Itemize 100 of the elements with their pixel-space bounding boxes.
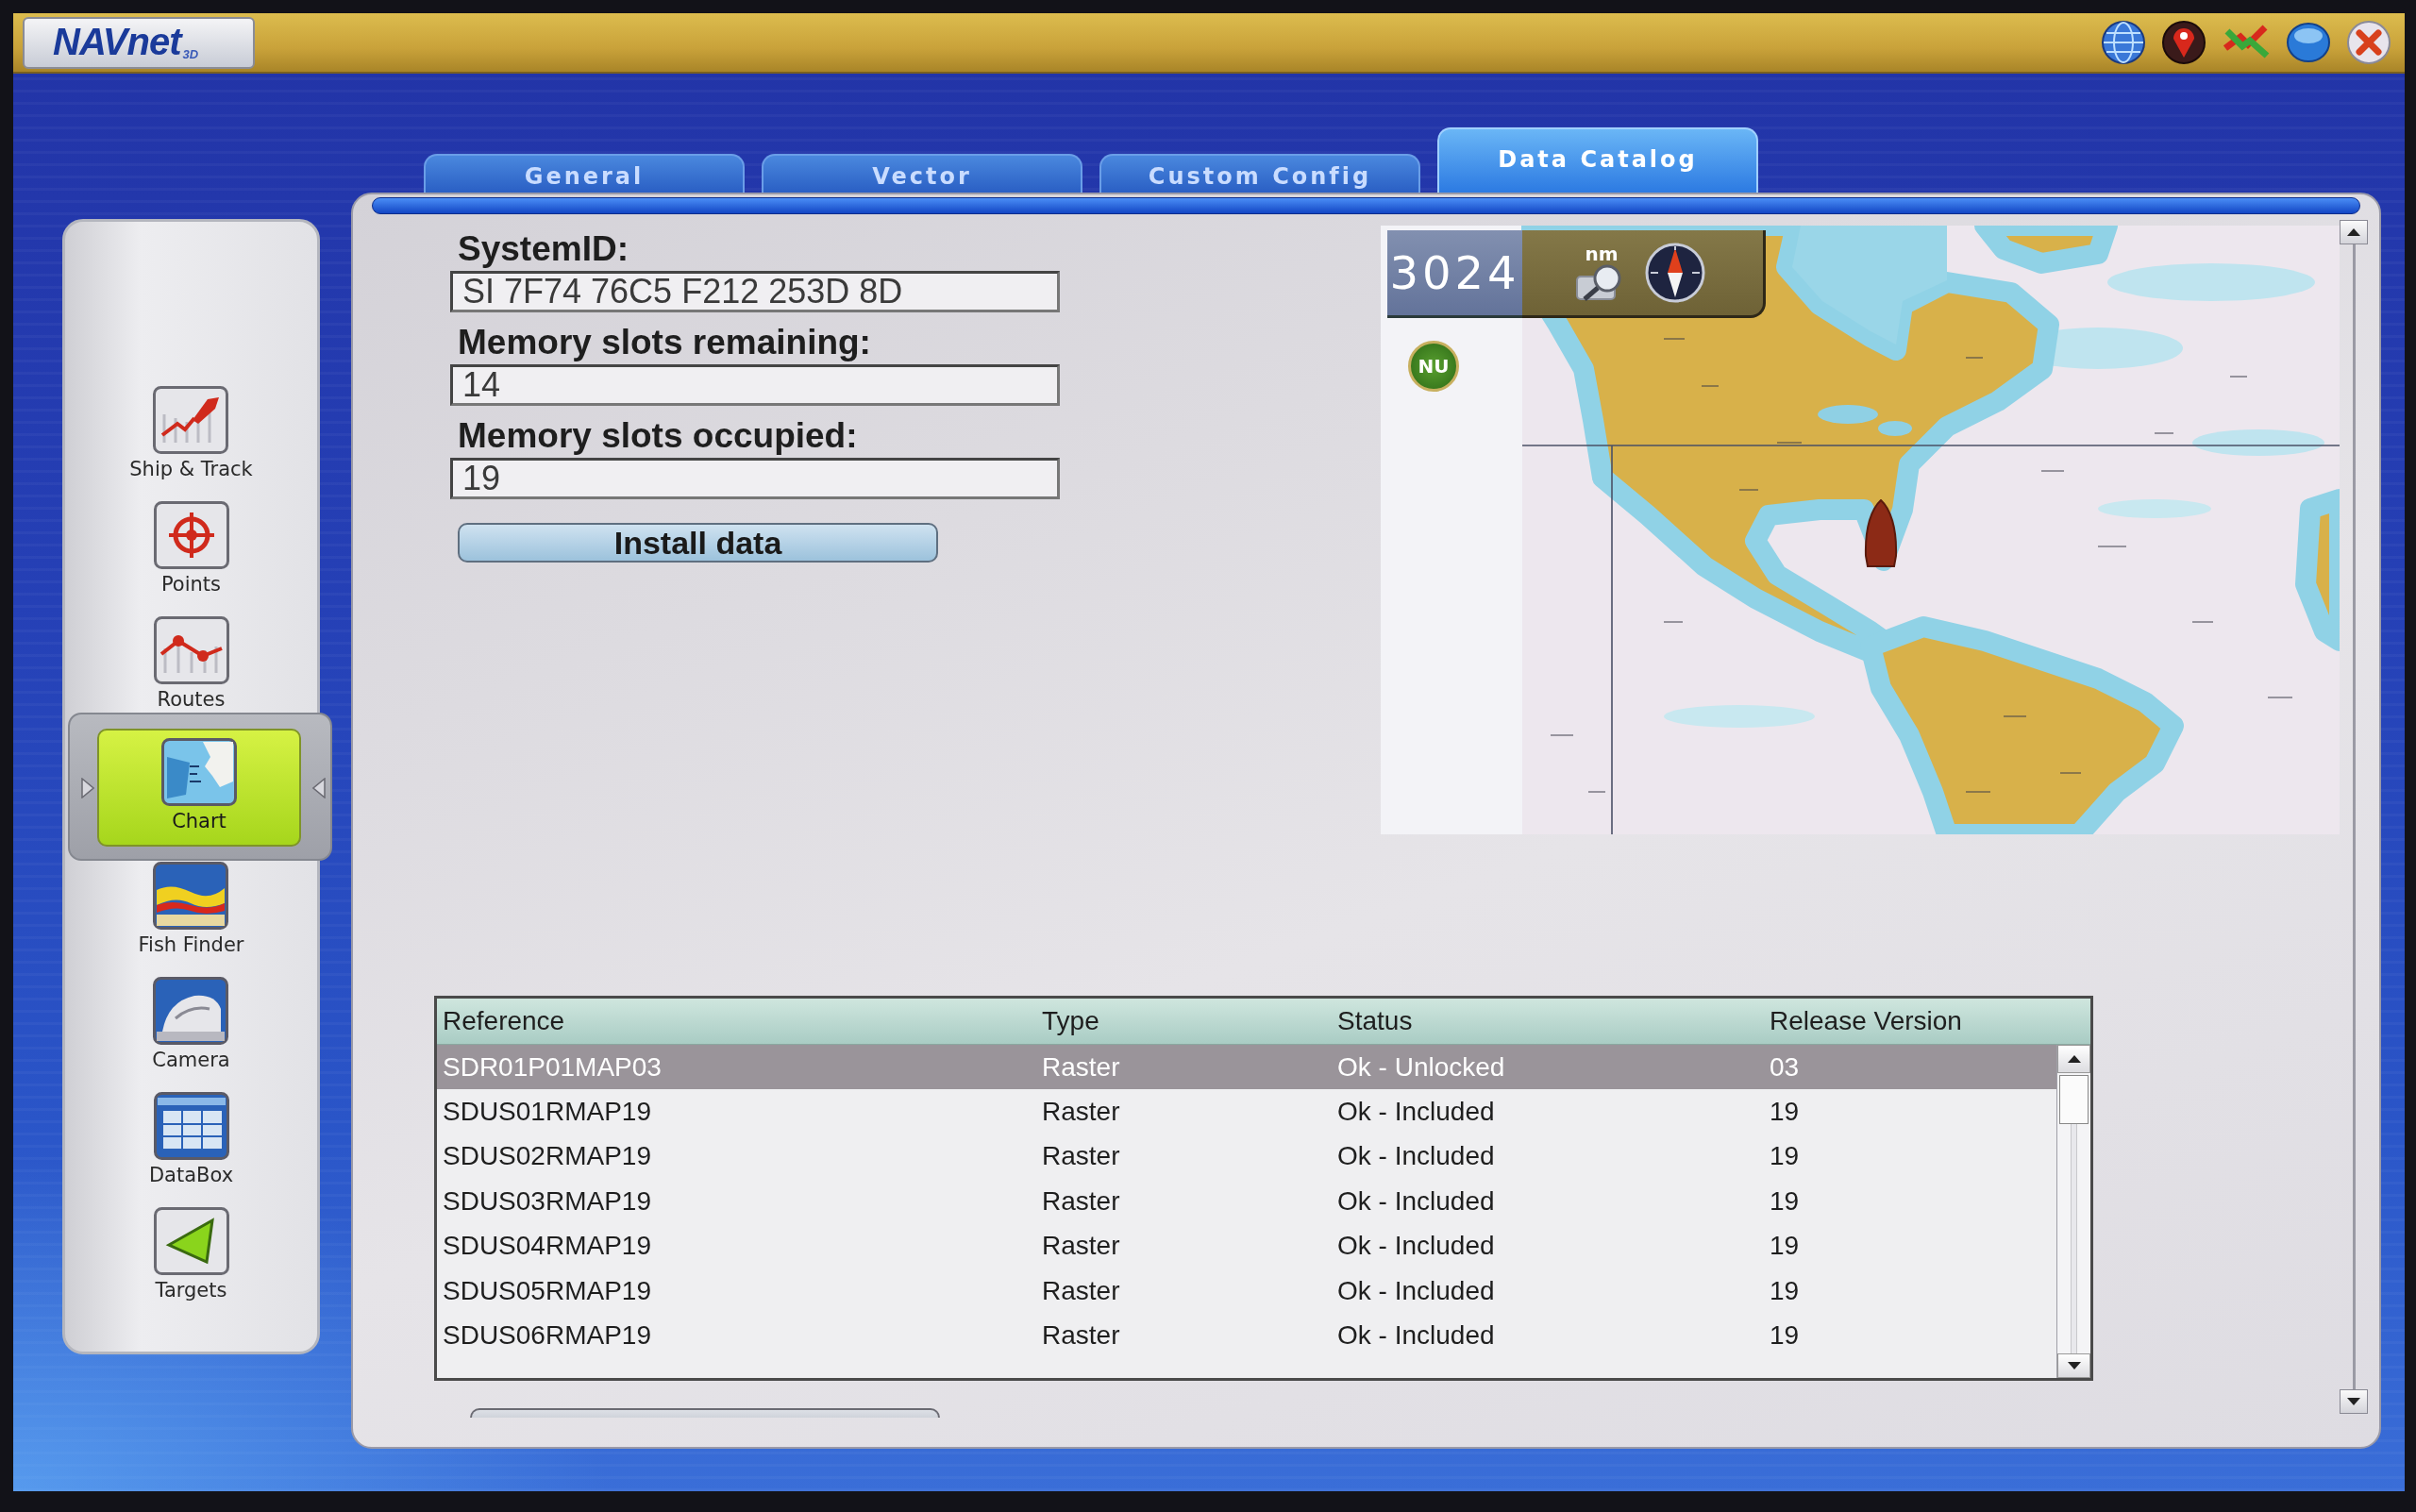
field-label: Memory slots occupied:	[458, 416, 858, 456]
boat-icon	[1864, 499, 1898, 567]
scale-reading: 3024	[1389, 250, 1520, 295]
boat-track-icon	[153, 386, 229, 454]
text-field[interactable]: 14	[450, 364, 1060, 406]
up-arrow-icon	[2346, 227, 2361, 237]
table-cell-text: Ok - Included	[1336, 1275, 1496, 1306]
table-row[interactable]: SDUS01RMAP19 Raster Ok - Included 19	[437, 1089, 2056, 1134]
table-cell-text: 19	[1769, 1097, 1801, 1128]
data-grid-icon	[153, 1092, 229, 1160]
sounding-mark	[2267, 697, 2293, 698]
table-cell-text: 19	[1769, 1320, 1801, 1352]
sounding-mark	[2229, 376, 2248, 378]
table-cell-text: 19	[1769, 1185, 1801, 1217]
sounding-mark	[2191, 621, 2214, 623]
triangle-icon	[312, 777, 326, 798]
scroll-thumb[interactable]	[2059, 1075, 2089, 1124]
table-cell-text: SDUS01RMAP19	[442, 1097, 652, 1128]
echo-bands-icon	[153, 862, 229, 930]
sidebar-item[interactable]: Points	[149, 501, 233, 596]
sounding-mark	[1965, 357, 1984, 359]
close-icon[interactable]	[2346, 20, 2391, 65]
sounding-mark	[1587, 791, 1606, 793]
table-row[interactable]: SDUS03RMAP19 Raster Ok - Included 19	[437, 1179, 2056, 1224]
text-field[interactable]: SI 7F74 76C5 F212 253D 8D	[450, 271, 1060, 312]
scroll-down-button[interactable]	[2057, 1353, 2090, 1378]
sounding-mark	[2040, 470, 2065, 472]
table-cell-text: SDUS06RMAP19	[442, 1320, 652, 1352]
sidebar-item[interactable]: Fish Finder	[134, 862, 248, 957]
column-header[interactable]: Type	[1036, 1006, 1332, 1036]
sounding-mark	[2003, 715, 2027, 717]
sounding-mark	[1550, 734, 1574, 736]
table-cell-text: 19	[1769, 1141, 1801, 1172]
table-cell-text: Ok - Included	[1336, 1320, 1496, 1352]
table-cell-text: SDUS02RMAP19	[442, 1141, 652, 1172]
map-icon	[161, 738, 237, 806]
table-cell-text: Ok - Included	[1336, 1141, 1496, 1172]
sounding-mark	[2097, 546, 2127, 547]
table-cell-text: Ok - Included	[1336, 1097, 1496, 1128]
table-cell-text: SDR01P01MAP03	[442, 1051, 663, 1083]
sidebar-item[interactable]: Chart	[97, 729, 301, 847]
sidebar-item[interactable]: Targets	[149, 1207, 233, 1302]
logo-badge-text: 3D	[182, 48, 199, 61]
up-arrow-icon	[2066, 1054, 2082, 1064]
partial-button[interactable]	[470, 1408, 940, 1418]
table-cell-text: Raster	[1041, 1231, 1121, 1262]
table-cell-text: Ok - Unlocked	[1336, 1051, 1506, 1083]
sounding-mark	[1663, 621, 1684, 623]
crosshair-icon	[153, 501, 229, 569]
sounding-mark	[1965, 791, 1991, 793]
table-row[interactable]: SDUS02RMAP19 Raster Ok - Included 19	[437, 1134, 2056, 1180]
down-arrow-icon	[2346, 1397, 2361, 1406]
table-cell-text: Raster	[1041, 1097, 1121, 1128]
scroll-down-button[interactable]	[2340, 1389, 2368, 1414]
triangle-icon	[81, 777, 94, 798]
scrollbar-track[interactable]	[2352, 244, 2356, 1389]
field-label: SystemID:	[458, 229, 629, 269]
scroll-up-button[interactable]	[2340, 220, 2368, 244]
pin-icon[interactable]	[2161, 20, 2206, 65]
table-cell-text: Ok - Included	[1336, 1231, 1496, 1262]
table-cell-text: SDUS05RMAP19	[442, 1275, 652, 1306]
camera-icon	[153, 977, 229, 1045]
table-row[interactable]: SDUS05RMAP19 Raster Ok - Included 19	[437, 1268, 2056, 1314]
scroll-up-button[interactable]	[2057, 1045, 2090, 1073]
column-header[interactable]: Release Version	[1764, 1006, 2090, 1036]
sounding-mark	[1776, 442, 1803, 444]
table-cell-text: Raster	[1041, 1185, 1121, 1217]
down-arrow-icon	[2066, 1361, 2082, 1370]
text-field[interactable]: 19	[450, 458, 1060, 499]
logo-text: NAVnet	[53, 22, 181, 61]
column-header[interactable]: Reference	[437, 1006, 1036, 1036]
table-cell-text: 19	[1769, 1275, 1801, 1306]
table-cell-text: Raster	[1041, 1051, 1121, 1083]
table-cell-text: Raster	[1041, 1320, 1121, 1352]
table-cell-text: 03	[1769, 1051, 1801, 1083]
field-label: Memory slots remaining:	[458, 323, 871, 362]
scrollbar-track[interactable]	[2071, 1124, 2077, 1353]
sidebar-item[interactable]: Routes	[149, 616, 233, 712]
table-cell-text: 19	[1769, 1231, 1801, 1262]
sounding-mark	[2059, 772, 2082, 774]
compass-icon[interactable]	[1645, 243, 1705, 303]
sounding-mark	[1663, 338, 1686, 340]
column-header[interactable]: Status	[1332, 1006, 1764, 1036]
table-row[interactable]: SDUS04RMAP19 Raster Ok - Included 19	[437, 1223, 2056, 1268]
globe-icon[interactable]	[2101, 20, 2146, 65]
table-cell-text: SDUS04RMAP19	[442, 1231, 652, 1262]
sidebar-item[interactable]: Camera	[148, 977, 234, 1072]
table-cell-text: SDUS03RMAP19	[442, 1185, 652, 1217]
sidebar-item[interactable]: DataBox	[144, 1092, 238, 1187]
table-cell-text: Raster	[1041, 1275, 1121, 1306]
sidebar-item[interactable]: Ship & Track	[126, 386, 257, 481]
table-row[interactable]: SDUS06RMAP19 Raster Ok - Included 19	[437, 1313, 2056, 1358]
sounding-mark	[1738, 489, 1759, 491]
table-cell-text: Ok - Included	[1336, 1185, 1496, 1217]
sounding-mark	[1701, 385, 1720, 387]
install-button[interactable]: Install data	[458, 523, 938, 563]
disc-icon[interactable]	[2286, 20, 2331, 65]
unit-label: nm	[1585, 244, 1619, 263]
sounding-mark	[2154, 432, 2174, 434]
table-cell-text: Raster	[1041, 1141, 1121, 1172]
